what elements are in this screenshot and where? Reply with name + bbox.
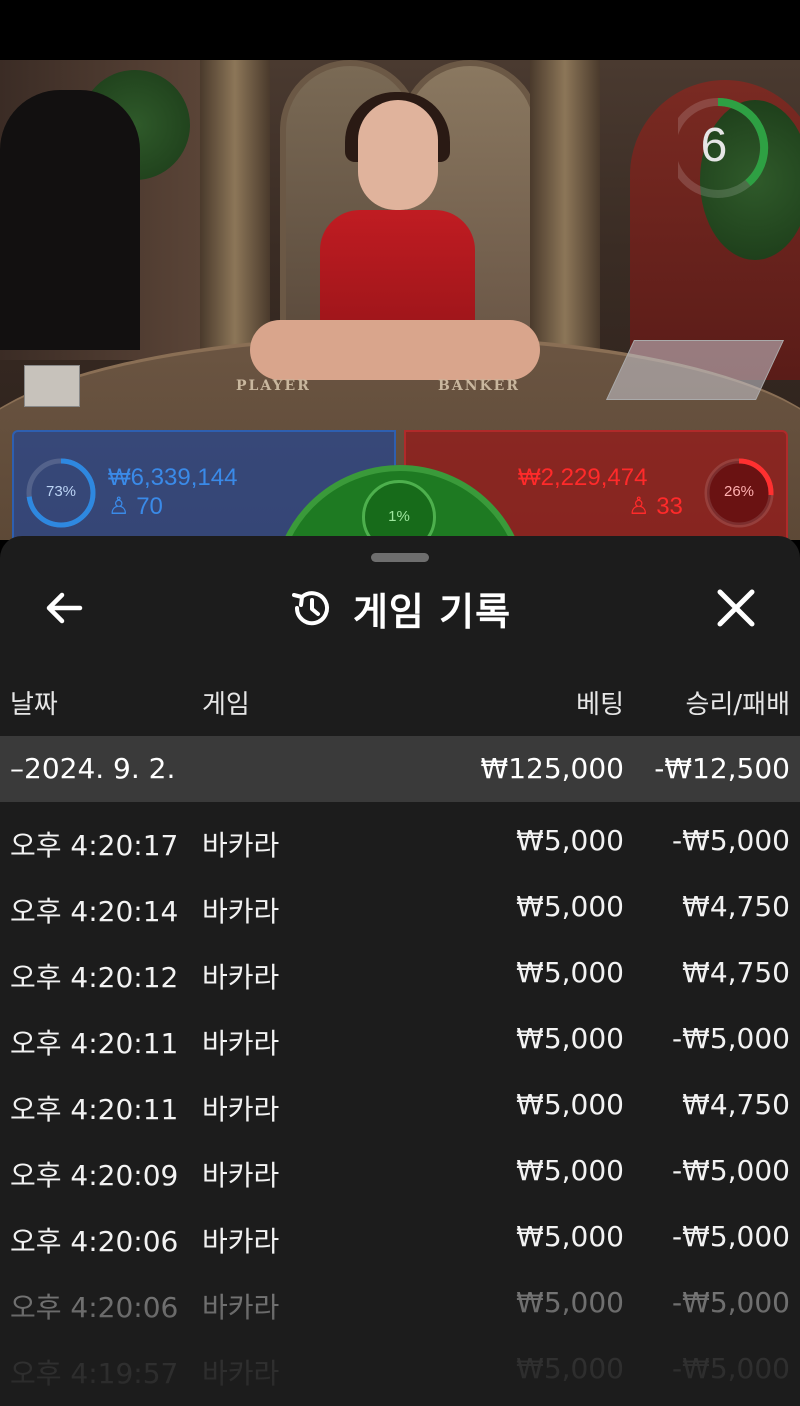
close-button[interactable] [712, 586, 760, 630]
row-time: 오후 4:20:17 [10, 829, 179, 862]
row-result: ₩4,750 [682, 1088, 790, 1121]
card-stack [24, 365, 80, 407]
table-row[interactable]: 오후 4:20:17 바카라 ₩5,000 -₩5,000 [0, 808, 800, 874]
row-result: -₩5,000 [672, 1154, 790, 1187]
row-result: -₩5,000 [672, 1352, 790, 1385]
dealer-arms [250, 320, 540, 380]
dealer-head [358, 100, 438, 210]
row-bet: ₩5,000 [516, 1022, 624, 1055]
table-label-banker: BANKER [438, 378, 520, 394]
row-game: 바카라 [202, 895, 280, 928]
row-bet: ₩5,000 [516, 824, 624, 857]
table-row[interactable]: 오후 4:20:14 바카라 ₩5,000 ₩4,750 [0, 874, 800, 940]
pillar [530, 60, 600, 360]
row-bet: ₩5,000 [516, 890, 624, 923]
banker-count: ♙ 33 [628, 492, 683, 521]
live-video: PLAYER BANKER 6 73% ₩6,339,144 ♙ 70 ₩2,2… [0, 60, 800, 540]
row-time: 오후 4:20:06 [10, 1291, 179, 1324]
sheet-header: 게임 기록 [0, 580, 800, 636]
row-game: 바카라 [202, 1357, 280, 1390]
row-bet: ₩5,000 [516, 1154, 624, 1187]
row-time: 오후 4:20:12 [10, 961, 179, 994]
player-count: ♙ 70 [108, 492, 163, 521]
row-game: 바카라 [202, 1291, 280, 1324]
player-percent: 73% [45, 483, 77, 500]
row-result: -₩5,000 [672, 1286, 790, 1319]
date-group-row[interactable]: –2024. 9. 2. ₩125,000 -₩12,500 [0, 736, 800, 802]
pillar [200, 60, 270, 360]
player-count-value: 70 [136, 493, 163, 520]
table-row[interactable]: 오후 4:20:09 바카라 ₩5,000 -₩5,000 [0, 1138, 800, 1204]
card-shoe [606, 340, 784, 400]
table-row[interactable]: 오후 4:20:11 바카라 ₩5,000 -₩5,000 [0, 1006, 800, 1072]
banker-percent: 26% [723, 483, 755, 500]
table-row[interactable]: 오후 4:20:06 바카라 ₩5,000 -₩5,000 [0, 1270, 800, 1336]
column-header-bet[interactable]: 베팅 [576, 684, 624, 721]
row-bet: ₩5,000 [516, 1352, 624, 1385]
group-result-total: -₩12,500 [654, 752, 790, 785]
countdown-timer: 6 [668, 90, 774, 198]
row-bet: ₩5,000 [516, 1286, 624, 1319]
column-header-result[interactable]: 승리/패배 [686, 684, 790, 721]
close-icon [717, 589, 755, 627]
row-time: 오후 4:20:09 [10, 1159, 179, 1192]
row-result: ₩4,750 [682, 956, 790, 989]
column-header-date[interactable]: 날짜 [10, 684, 58, 721]
row-time: 오후 4:20:06 [10, 1225, 179, 1258]
row-game: 바카라 [202, 1159, 280, 1192]
group-bet-total: ₩125,000 [480, 752, 624, 785]
row-game: 바카라 [202, 961, 280, 994]
row-time: 오후 4:20:11 [10, 1093, 179, 1126]
row-result: ₩4,750 [682, 890, 790, 923]
game-history-sheet: 게임 기록 날짜 게임 베팅 승리/패배 –2024. 9. 2. ₩125,0… [0, 536, 800, 1406]
page-title: 게임 기록 [352, 589, 512, 634]
table-row[interactable]: 오후 4:20:11 바카라 ₩5,000 ₩4,750 [0, 1072, 800, 1138]
row-result: -₩5,000 [672, 1220, 790, 1253]
row-result: -₩5,000 [672, 824, 790, 857]
row-time: 오후 4:19:57 [10, 1357, 179, 1390]
timer-value: 6 [700, 119, 728, 172]
player-total-amount: ₩6,339,144 [108, 464, 238, 491]
table-row[interactable]: 오후 4:20:06 바카라 ₩5,000 -₩5,000 [0, 1204, 800, 1270]
status-bar [0, 0, 800, 60]
user-icon: ♙ [628, 493, 650, 520]
table-header: 날짜 게임 베팅 승리/패배 [0, 684, 800, 724]
row-game: 바카라 [202, 1027, 280, 1060]
column-header-game[interactable]: 게임 [202, 684, 250, 721]
group-date: –2024. 9. 2. [10, 752, 176, 785]
row-bet: ₩5,000 [516, 1088, 624, 1121]
row-time: 오후 4:20:14 [10, 895, 179, 928]
table-row[interactable]: 오후 4:20:12 바카라 ₩5,000 ₩4,750 [0, 940, 800, 1006]
row-bet: ₩5,000 [516, 956, 624, 989]
row-game: 바카라 [202, 1093, 280, 1126]
sheet-drag-handle[interactable] [371, 553, 429, 562]
table-label-player: PLAYER [236, 378, 311, 394]
user-icon: ♙ [108, 493, 130, 520]
table-row[interactable]: 오후 4:19:57 바카라 ₩5,000 -₩5,000 [0, 1336, 800, 1402]
tie-percent: 1% [388, 508, 410, 525]
row-result: -₩5,000 [672, 1022, 790, 1055]
row-bet: ₩5,000 [516, 1220, 624, 1253]
background-person [0, 90, 140, 350]
banker-count-value: 33 [656, 493, 683, 520]
history-icon [291, 591, 329, 626]
banker-total-amount: ₩2,229,474 [518, 464, 648, 491]
row-game: 바카라 [202, 1225, 280, 1258]
row-time: 오후 4:20:11 [10, 1027, 179, 1060]
row-game: 바카라 [202, 829, 280, 862]
